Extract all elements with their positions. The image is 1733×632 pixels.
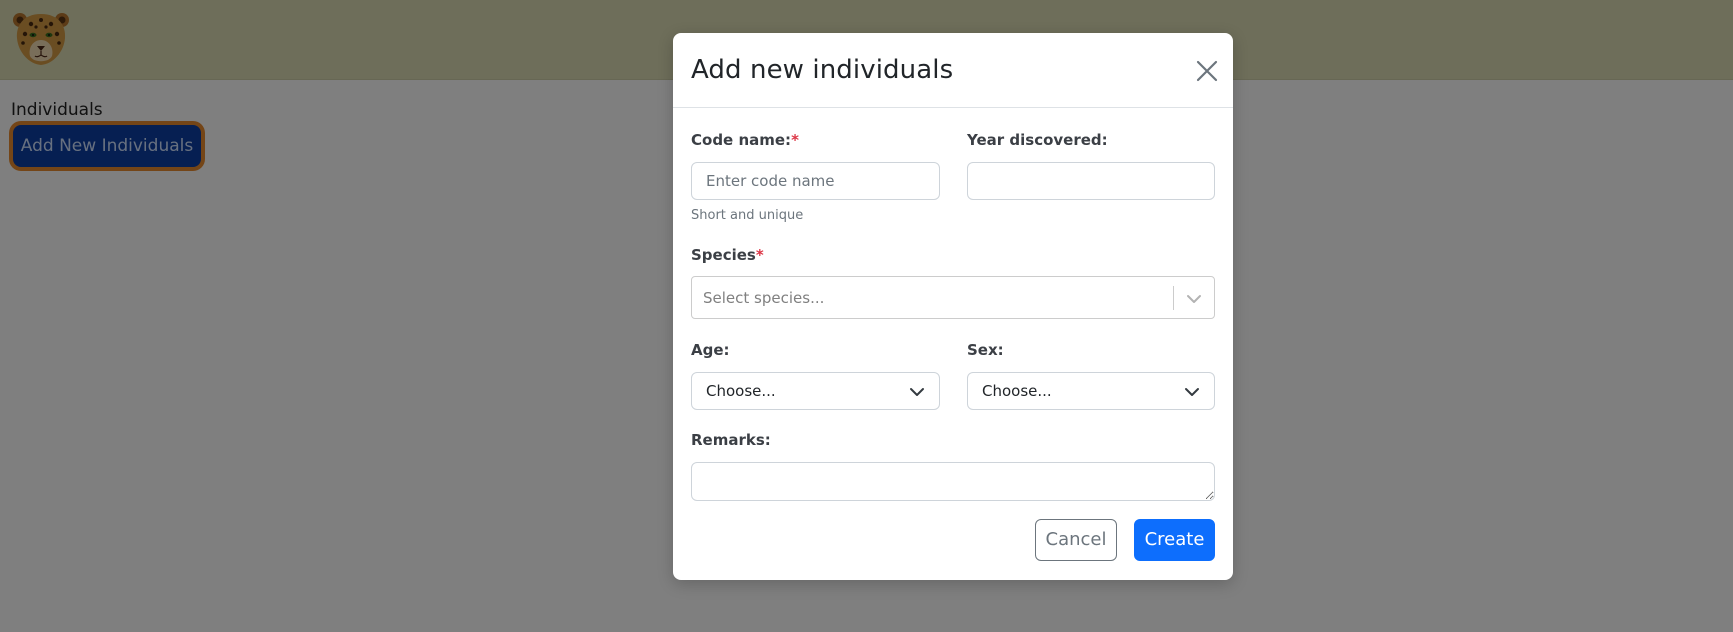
chevron-down-icon[interactable]	[1184, 289, 1204, 309]
age-label: Age:	[691, 341, 730, 359]
modal-header: Add new individuals	[673, 33, 1233, 108]
remarks-label: Remarks:	[691, 431, 771, 449]
sex-label: Sex:	[967, 341, 1004, 359]
close-icon	[1196, 60, 1218, 82]
remarks-textarea[interactable]	[691, 462, 1215, 501]
species-label-text: Species	[691, 246, 756, 264]
required-mark: *	[755, 246, 764, 264]
chevron-down-icon	[1185, 388, 1199, 396]
sex-select[interactable]: Choose...	[967, 372, 1215, 410]
sex-select-value: Choose...	[982, 382, 1052, 400]
code-name-label: Code name:*	[691, 131, 799, 149]
close-button[interactable]	[1193, 57, 1221, 85]
species-select-placeholder: Select species...	[703, 289, 825, 307]
code-name-label-text: Code name:	[691, 131, 792, 149]
species-select[interactable]: Select species...	[691, 276, 1215, 319]
create-button[interactable]: Create	[1134, 519, 1215, 561]
cancel-button[interactable]: Cancel	[1035, 519, 1117, 561]
species-label: Species*	[691, 246, 764, 264]
code-name-input[interactable]	[691, 162, 940, 200]
year-discovered-label: Year discovered:	[967, 131, 1108, 149]
chevron-down-icon	[910, 388, 924, 396]
required-mark: *	[791, 131, 799, 149]
select-separator	[1173, 286, 1174, 310]
age-select-value: Choose...	[706, 382, 776, 400]
age-select[interactable]: Choose...	[691, 372, 940, 410]
year-discovered-input[interactable]	[967, 162, 1215, 200]
add-individuals-modal: Add new individuals Code name:* Short an…	[673, 33, 1233, 580]
modal-title: Add new individuals	[691, 55, 954, 85]
code-name-help-text: Short and unique	[691, 208, 804, 223]
